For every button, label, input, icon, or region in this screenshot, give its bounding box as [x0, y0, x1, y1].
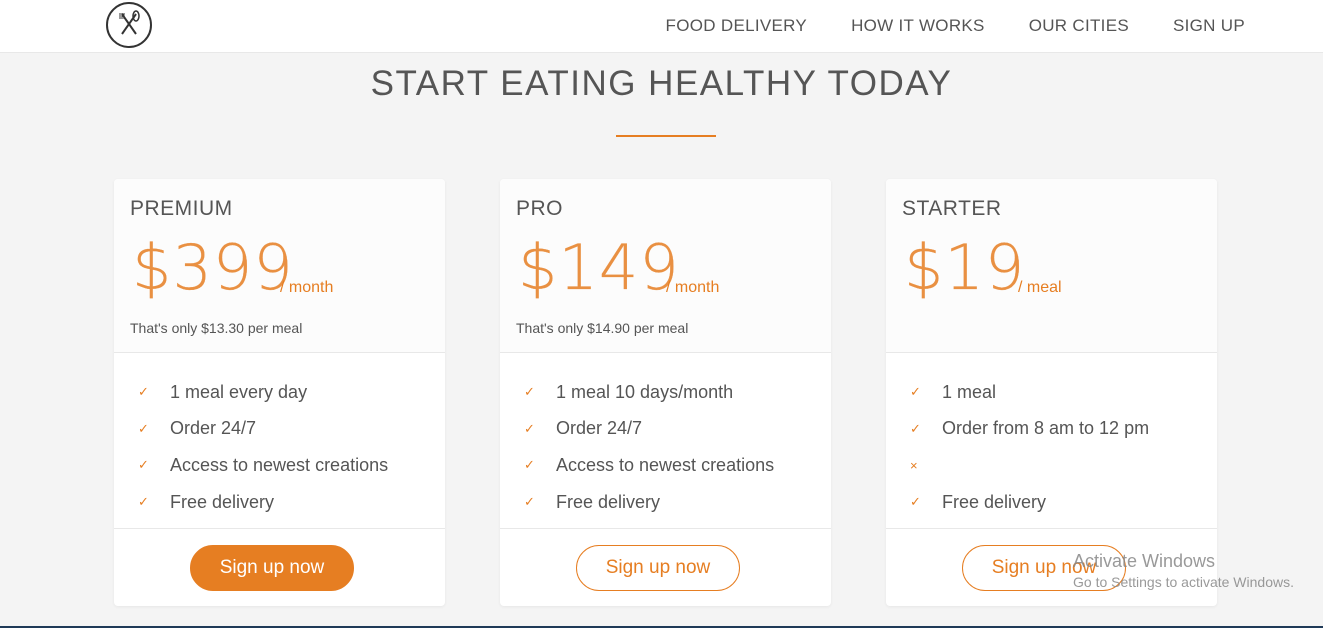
card-footer-divider — [886, 528, 1217, 529]
title-divider — [616, 135, 716, 137]
plan-card-header: STARTER $19 / meal — [886, 179, 1217, 353]
section-title: START EATING HEALTHY TODAY — [370, 64, 953, 103]
nav-our-cities[interactable]: OUR CITIES — [1029, 16, 1129, 36]
plan-features: ✓ 1 meal 10 days/month ✓ Order 24/7 ✓ Acces… — [524, 374, 774, 520]
feature-text: Order 24/7 — [556, 418, 643, 439]
feature-text: 1 meal — [942, 381, 997, 402]
feature-item: ✓ 1 meal every day — [138, 374, 388, 411]
windows-activation-watermark: Activate Windows Go to Settings to activ… — [1073, 551, 1294, 590]
check-icon: ✓ — [138, 457, 149, 473]
plan-price-unit: / meal — [1018, 279, 1062, 296]
feature-item: ✓ Access to newest creations — [138, 447, 388, 484]
feature-item: ✓ 1 meal — [910, 374, 1149, 411]
plan-card-starter: STARTER $19 / meal ✓ 1 meal ✓ Order from 8… — [886, 179, 1217, 606]
feature-item: ✓ Free delivery — [138, 484, 388, 521]
check-icon: ✓ — [910, 494, 921, 510]
logo-icon[interactable] — [106, 2, 152, 48]
plan-price-note: That's only $13.30 per meal — [130, 320, 303, 336]
feature-item: ✓ Order 24/7 — [524, 411, 774, 448]
check-icon: ✓ — [910, 384, 921, 400]
plan-card-header: PREMIUM $399 / month That's only $13.30 … — [114, 179, 445, 353]
plan-price: $19 — [904, 231, 1026, 304]
plan-card-pro: PRO $149 / month That's only $14.90 per … — [500, 179, 831, 606]
plan-card-header: PRO $149 / month That's only $14.90 per … — [500, 179, 831, 353]
feature-item: ✓ Access to newest creations — [524, 447, 774, 484]
check-icon: ✓ — [524, 384, 535, 400]
plan-price: $399 — [132, 231, 294, 304]
check-icon: ✓ — [524, 457, 535, 473]
plan-price: $149 — [518, 231, 680, 304]
feature-item: ✓ Free delivery — [910, 484, 1149, 521]
check-icon: ✓ — [524, 420, 535, 436]
feature-item: ✓ Free delivery — [524, 484, 774, 521]
top-navigation-bar: FOOD DELIVERY HOW IT WORKS OUR CITIES SI… — [0, 0, 1323, 53]
watermark-title: Activate Windows — [1073, 551, 1216, 571]
plan-card-premium: PREMIUM $399 / month That's only $13.30 … — [114, 179, 445, 606]
feature-text: Order 24/7 — [170, 418, 257, 439]
nav-sign-up[interactable]: SIGN UP — [1173, 16, 1245, 36]
check-icon: ✓ — [910, 420, 921, 436]
plan-price-unit: / month — [280, 279, 334, 296]
watermark-subtitle: Go to Settings to activate Windows. — [1073, 574, 1294, 590]
feature-item: × — [910, 447, 1149, 484]
feature-text: Order from 8 am to 12 pm — [942, 418, 1150, 439]
feature-text: Access to newest creations — [556, 454, 775, 475]
main-nav: FOOD DELIVERY HOW IT WORKS OUR CITIES SI… — [666, 16, 1245, 36]
card-footer-divider — [114, 528, 445, 529]
plan-price-unit: / month — [666, 279, 720, 296]
plan-price-note: That's only $14.90 per meal — [516, 320, 689, 336]
nav-food-delivery[interactable]: FOOD DELIVERY — [666, 16, 808, 36]
feature-text: Free delivery — [170, 491, 275, 512]
feature-text: Free delivery — [556, 491, 661, 512]
feature-text: 1 meal every day — [170, 381, 308, 402]
plan-features: ✓ 1 meal ✓ Order from 8 am to 12 pm × ✓ Fre… — [910, 374, 1149, 520]
feature-text: 1 meal 10 days/month — [556, 381, 734, 402]
feature-item: ✓ Order from 8 am to 12 pm — [910, 411, 1149, 448]
sign-up-pro-button[interactable]: Sign up now — [576, 545, 740, 591]
plan-features: ✓ 1 meal every day ✓ Order 24/7 ✓ Access to… — [138, 374, 388, 520]
plan-name: PRO — [516, 197, 564, 220]
sign-up-premium-button[interactable]: Sign up now — [190, 545, 354, 591]
check-icon: ✓ — [138, 420, 149, 436]
plan-name: STARTER — [902, 197, 1002, 220]
feature-item: ✓ Order 24/7 — [138, 411, 388, 448]
plan-name: PREMIUM — [130, 197, 233, 220]
check-icon: ✓ — [138, 384, 149, 400]
feature-text: Free delivery — [942, 491, 1047, 512]
feature-item: ✓ 1 meal 10 days/month — [524, 374, 774, 411]
card-footer-divider — [500, 528, 831, 529]
cross-icon: × — [910, 457, 918, 473]
check-icon: ✓ — [138, 494, 149, 510]
nav-how-it-works[interactable]: HOW IT WORKS — [851, 16, 985, 36]
check-icon: ✓ — [524, 494, 535, 510]
feature-text: Access to newest creations — [170, 454, 389, 475]
